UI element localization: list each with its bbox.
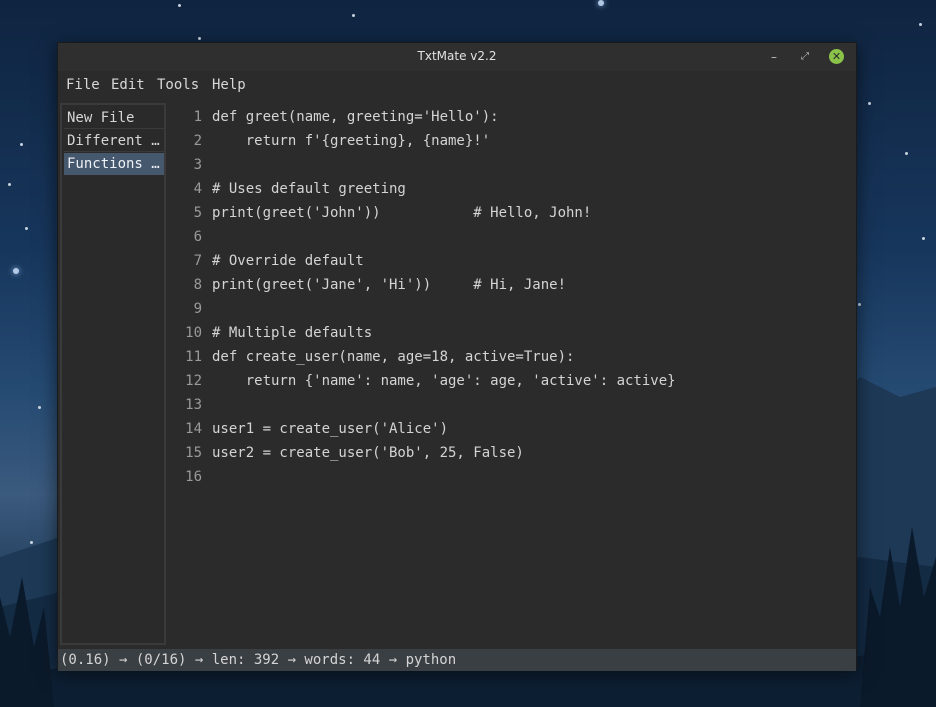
star: [25, 227, 28, 230]
line-number: 14: [185, 421, 202, 437]
minimize-icon[interactable]: –: [766, 49, 782, 65]
sidebar-item-different[interactable]: Different …: [64, 130, 164, 152]
star: [8, 183, 11, 186]
editor-window: TxtMate v2.2 – ⤢ ✕ File Edit Tools Help …: [57, 42, 857, 671]
line-text: return {'name': name, 'age': age, 'activ…: [212, 373, 676, 389]
line-number: 13: [185, 397, 202, 413]
line-text: print(greet('John')) # Hello, John!: [212, 205, 592, 221]
star: [20, 143, 23, 146]
line-number: 12: [185, 373, 202, 389]
window-title: TxtMate v2.2: [417, 49, 497, 63]
line-text: def create_user(name, age=18, active=Tru…: [212, 349, 575, 365]
line-text: return f'{greeting}, {name}!': [212, 133, 491, 149]
line-text: user2 = create_user('Bob', 25, False): [212, 445, 524, 461]
title-bar[interactable]: TxtMate v2.2 – ⤢ ✕: [58, 43, 856, 72]
line-number: 10: [185, 325, 202, 341]
star: [352, 14, 355, 17]
star: [598, 0, 604, 6]
line-number: 8: [193, 277, 202, 293]
star: [922, 237, 925, 240]
line-text: user1 = create_user('Alice'): [212, 421, 449, 437]
file-list-sidebar: New File Different … Functions …: [60, 103, 166, 645]
menu-file[interactable]: File: [66, 77, 100, 93]
line-number: 4: [193, 181, 202, 197]
sidebar-item-functions[interactable]: Functions …: [64, 153, 164, 175]
line-text: # Multiple defaults: [212, 325, 373, 341]
menu-tools[interactable]: Tools: [157, 77, 199, 93]
maximize-icon[interactable]: ⤢: [797, 49, 813, 65]
menu-bar: File Edit Tools Help: [58, 71, 856, 99]
star: [198, 37, 201, 40]
star: [858, 303, 861, 306]
line-number: 15: [185, 445, 202, 461]
status-text: (0.16) → (0/16) → len: 392 → words: 44 →…: [60, 652, 457, 668]
code-editor[interactable]: 1 def greet(name, greeting='Hello'): 2 re…: [170, 103, 856, 647]
line-text: # Uses default greeting: [212, 181, 406, 197]
line-text: def greet(name, greeting='Hello'):: [212, 109, 499, 125]
line-number: 6: [193, 229, 202, 245]
line-text: print(greet('Jane', 'Hi')) # Hi, Jane!: [212, 277, 567, 293]
star: [868, 102, 871, 105]
menu-edit[interactable]: Edit: [111, 77, 145, 93]
line-number: 1: [193, 109, 202, 125]
line-number: 3: [193, 157, 202, 173]
line-number: 2: [193, 133, 202, 149]
line-number: 7: [193, 253, 202, 269]
star: [919, 23, 922, 26]
status-bar: (0.16) → (0/16) → len: 392 → words: 44 →…: [58, 649, 856, 671]
star: [13, 268, 19, 274]
line-number: 11: [185, 349, 202, 365]
line-number: 16: [185, 469, 202, 485]
menu-help[interactable]: Help: [212, 77, 246, 93]
sidebar-item-new-file[interactable]: New File: [64, 107, 164, 129]
close-icon[interactable]: ✕: [829, 49, 844, 64]
star: [905, 152, 908, 155]
line-number: 9: [193, 301, 202, 317]
line-text: # Override default: [212, 253, 364, 269]
star: [178, 4, 181, 7]
line-number: 5: [193, 205, 202, 221]
